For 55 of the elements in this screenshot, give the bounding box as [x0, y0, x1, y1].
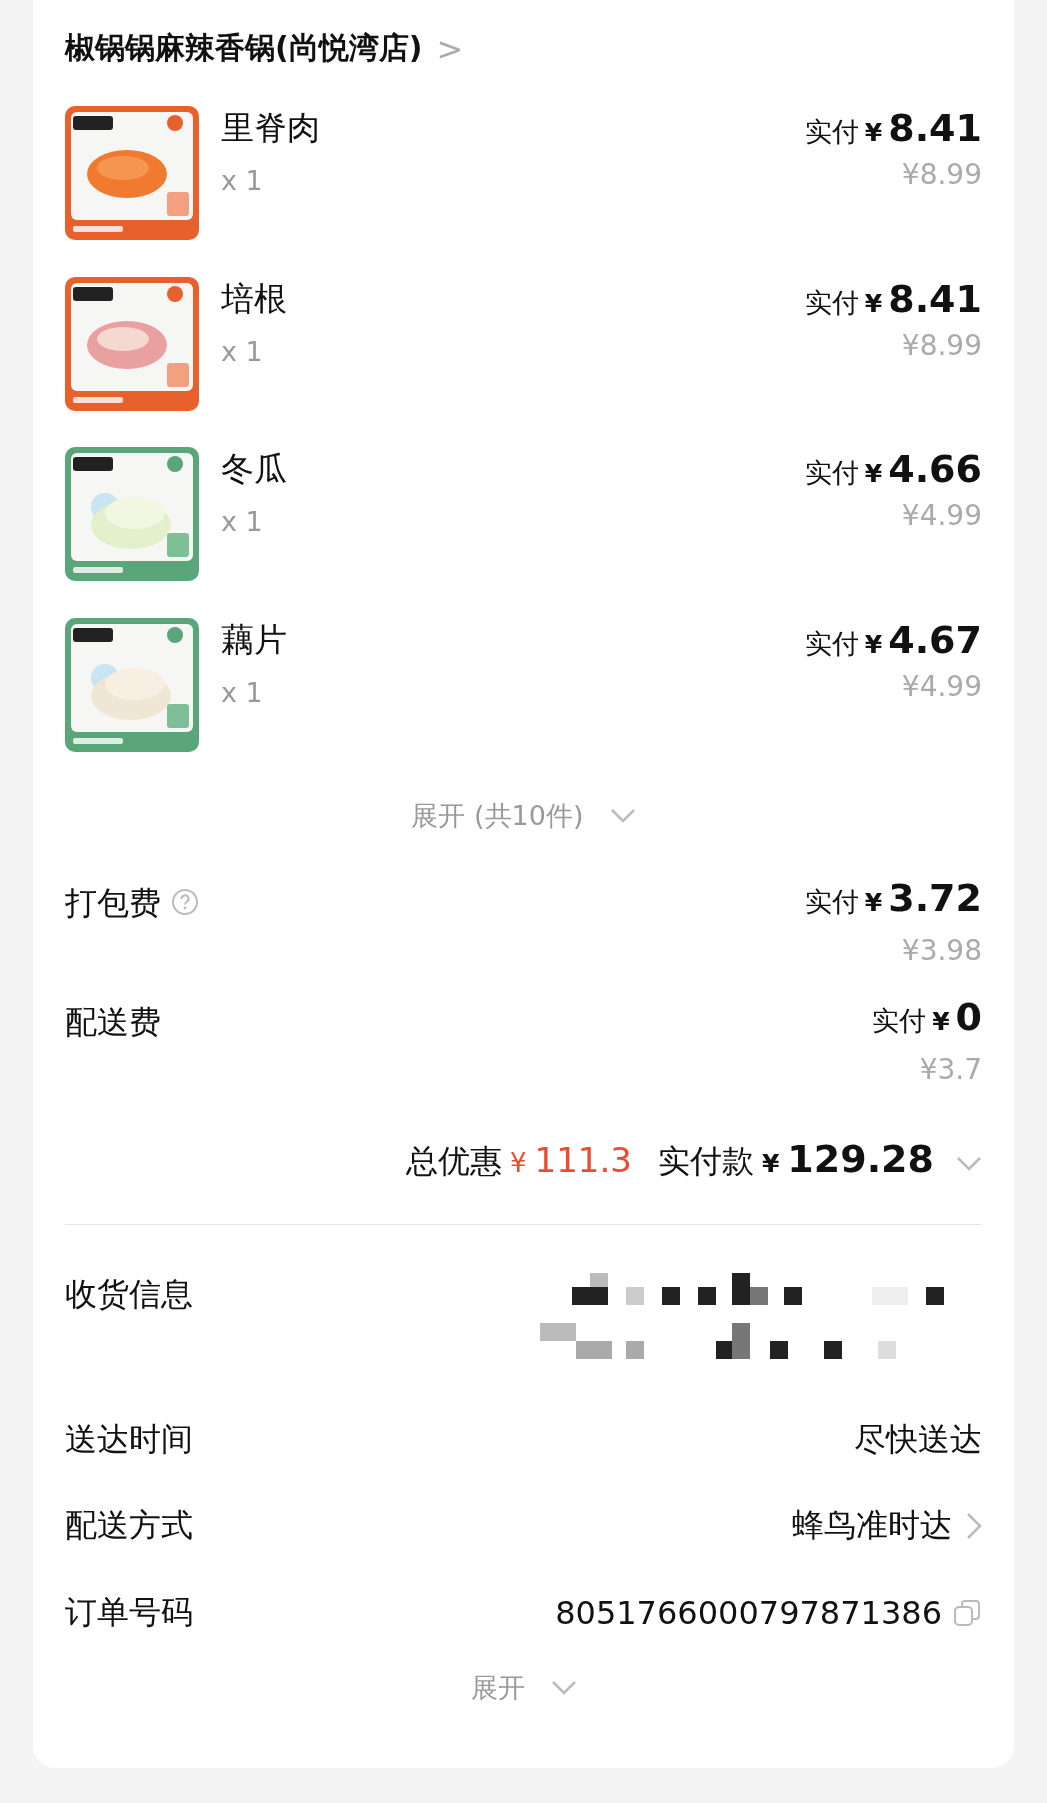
store-name[interactable]: 椒锅锅麻辣香锅(尚悦湾店) [65, 28, 423, 70]
currency-sign: ¥ [864, 459, 883, 489]
currency-sign: ¥ [932, 1006, 950, 1036]
paid-label: 实付 [804, 285, 859, 320]
paid-amount: 3.72 [888, 876, 982, 921]
info-label: 订单号码 [65, 1591, 193, 1633]
currency-sign: ¥ [864, 629, 883, 659]
currency-sign: ¥ [864, 288, 883, 318]
currency-sign: ¥ [864, 888, 883, 918]
help-icon[interactable] [171, 888, 199, 917]
info-label: 配送方式 [65, 1505, 193, 1547]
info-label: 送达时间 [65, 1418, 193, 1460]
original-price: ¥4.99 [901, 669, 982, 703]
chevron-down-icon [550, 1680, 577, 1697]
paid-amount: 4.66 [888, 447, 982, 492]
currency-sign: ¥ [510, 1148, 527, 1179]
order-number: 8051766000797871386 [555, 1593, 942, 1632]
item-name: 藕片 [221, 618, 288, 661]
item-name: 里脊肉 [221, 106, 321, 149]
original-price: ¥4.99 [901, 499, 982, 533]
item-name: 培根 [221, 277, 288, 320]
fee-label: 配送费 [65, 1001, 161, 1043]
paid-label: 实付 [804, 456, 859, 491]
original-price: ¥8.99 [901, 157, 982, 191]
paid-label: 实付 [804, 885, 859, 920]
paid-label: 实付 [804, 114, 859, 149]
delivery-method-link[interactable]: 蜂鸟准时达 [792, 1504, 982, 1549]
chevron-right-icon [966, 1512, 982, 1541]
paid-label: 实付 [804, 626, 859, 661]
currency-sign: ¥ [761, 1149, 780, 1179]
info-label: 收货信息 [65, 1274, 193, 1316]
copy-icon[interactable] [952, 1597, 982, 1628]
currency-sign: ¥ [864, 117, 883, 147]
discount-amount: 111.3 [534, 1140, 632, 1181]
original-price: ¥3.98 [901, 934, 982, 968]
item-quantity: x 1 [221, 506, 264, 538]
paid-label: 实付 [872, 1003, 927, 1038]
total-amount: 129.28 [787, 1137, 934, 1182]
original-price: ¥3.7 [919, 1052, 982, 1086]
item-quantity: x 1 [221, 676, 264, 708]
item-name: 冬瓜 [221, 448, 288, 491]
paid-amount: 8.41 [888, 105, 982, 150]
paid-amount: 4.67 [888, 617, 982, 662]
chevron-down-icon [609, 808, 636, 825]
paid-amount: 8.41 [888, 276, 982, 321]
item-quantity: x 1 [221, 335, 264, 367]
delivery-time: 尽快送达 [854, 1418, 982, 1460]
chevron-down-icon [956, 1156, 982, 1173]
total-label: 实付款 [657, 1141, 754, 1183]
original-price: ¥8.99 [901, 328, 982, 362]
fee-label: 打包费 [65, 883, 161, 925]
discount-label: 总优惠 [406, 1141, 503, 1183]
chevron-right-icon: > [436, 29, 464, 68]
item-quantity: x 1 [221, 164, 264, 196]
paid-amount: 0 [955, 994, 982, 1039]
